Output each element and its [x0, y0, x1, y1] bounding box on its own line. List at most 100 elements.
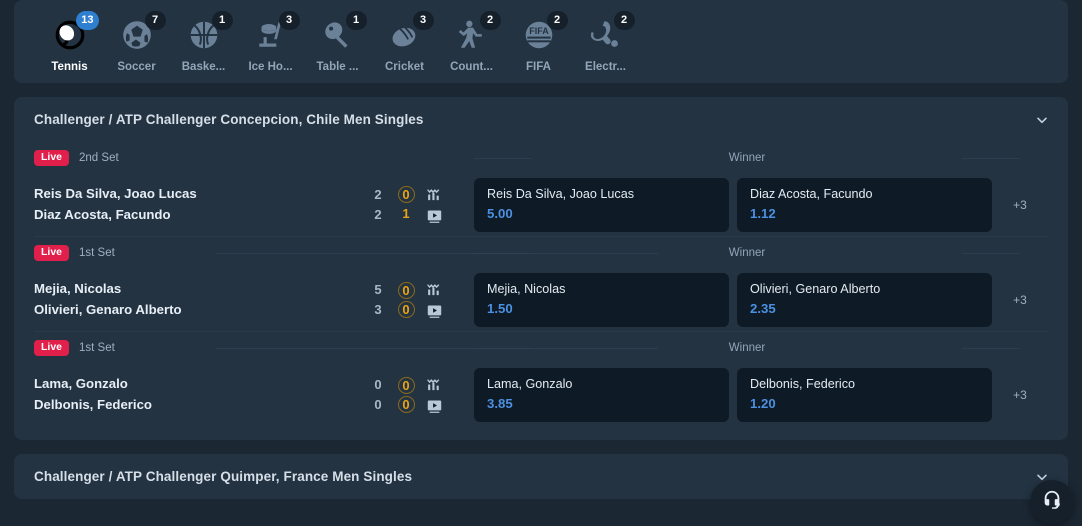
sport-tab-label: Cricket [385, 60, 424, 73]
headset-support-icon [1041, 489, 1063, 516]
odds-button[interactable]: Olivieri, Genaro Alberto 2.35 [737, 273, 992, 327]
odds-selection-name: Lama, Gonzalo [487, 377, 573, 391]
set-score-column: 22 [364, 186, 392, 223]
competitor-name: Diaz Acosta, Facundo [34, 207, 171, 222]
live-video-icon[interactable] [426, 303, 443, 320]
match-row: Live 1st Set Winner Lama, Gonzalo Delbonis, … [34, 332, 1048, 426]
sport-tab-label: Ice Ho... [248, 60, 293, 73]
sport-tab-electr[interactable]: 2 Electr... [572, 9, 639, 75]
league-card: Challenger / ATP Challenger Concepcion, … [14, 97, 1068, 440]
sport-count-badge: 7 [144, 10, 166, 30]
odds-selection-name: Delbonis, Federico [750, 377, 855, 391]
sport-tab-table[interactable]: 1 Table ... [304, 9, 371, 75]
odds-value: 1.50 [487, 301, 513, 317]
market-title: Winner [728, 152, 766, 164]
sport-count-badge: 2 [613, 10, 635, 30]
match-status-bar: Live 1st Set Winner [34, 332, 1048, 364]
match-media-icons [426, 376, 443, 415]
leagues-container: Challenger / ATP Challenger Concepcion, … [14, 97, 1068, 499]
league-header[interactable]: Challenger / ATP Challenger Quimper, Fra… [14, 454, 1068, 499]
scoreboard: 5300 [364, 281, 474, 320]
sport-tab-label: Table ... [316, 60, 359, 73]
match-media-icons [426, 186, 443, 225]
competitor-names[interactable]: Reis Da Silva, Joao Lucas Diaz Acosta, Fa… [34, 187, 364, 222]
game-score: 0 [397, 282, 415, 299]
sport-tab-label: Baske... [181, 60, 226, 73]
match-status-bar: Live 2nd Set Winner [34, 142, 1048, 174]
league-header[interactable]: Challenger / ATP Challenger Concepcion, … [14, 97, 1068, 142]
league-title: Challenger / ATP Challenger Concepcion, … [34, 112, 424, 127]
live-badge: Live [34, 340, 70, 356]
odds-button[interactable]: Lama, Gonzalo 3.85 [474, 368, 729, 422]
odds-group: Reis Da Silva, Joao Lucas 5.00 Diaz Acosta… [474, 178, 992, 232]
live-badge: Live [34, 150, 70, 166]
more-markets-link[interactable]: +3 [992, 388, 1048, 402]
competitor-name: Olivieri, Genaro Alberto [34, 302, 182, 317]
more-markets-link[interactable]: +3 [992, 293, 1048, 307]
sport-tab-cricket[interactable]: 3 Cricket [371, 9, 438, 75]
match-content: Lama, Gonzalo Delbonis, Federico 0 0 0 0 Lama,… [34, 364, 1048, 426]
league-matches: Live 2nd Set Winner Reis Da Silva, Joao Luc… [14, 142, 1068, 440]
match-content: Mejia, Nicolas Olivieri, Genaro Alberto 5 3… [34, 269, 1048, 331]
odds-value: 3.85 [487, 396, 513, 412]
market-line-right [962, 348, 1020, 349]
competitor-names[interactable]: Lama, Gonzalo Delbonis, Federico [34, 377, 364, 412]
sport-tab-baske[interactable]: 1 Baske... [170, 9, 237, 75]
match-row: Live 1st Set Winner Mejia, Nicolas Olivieri,… [34, 237, 1048, 331]
odds-button[interactable]: Reis Da Silva, Joao Lucas 5.00 [474, 178, 729, 232]
odds-button[interactable]: Diaz Acosta, Facundo 1.12 [737, 178, 992, 232]
odds-selection-name: Diaz Acosta, Facundo [750, 187, 873, 201]
market-line-right [962, 253, 1020, 254]
odds-button[interactable]: Delbonis, Federico 1.20 [737, 368, 992, 422]
sport-tab-fifa[interactable]: FIFA 2 FIFA [505, 9, 572, 75]
set-score: 3 [374, 302, 382, 317]
market-line-left [474, 158, 532, 159]
match-content: Reis Da Silva, Joao Lucas Diaz Acosta, Fa… [34, 174, 1048, 236]
match-period: 2nd Set [79, 152, 119, 164]
set-score-column: 00 [364, 377, 392, 413]
sport-count-badge: 3 [412, 10, 434, 30]
live-badge: Live [34, 245, 70, 261]
set-score: 0 [374, 397, 382, 412]
game-score: 0 [397, 377, 415, 394]
live-betting-page: 13 Tennis 7 Soccer 1 Baske... 3 Ice Ho... 1 Table… [0, 0, 1082, 526]
odds-value: 1.12 [750, 206, 776, 222]
game-score-column: 01 [392, 186, 420, 222]
odds-button[interactable]: Mejia, Nicolas 1.50 [474, 273, 729, 327]
more-markets-link[interactable]: +3 [992, 198, 1048, 212]
chevron-down-icon[interactable] [1034, 112, 1050, 128]
set-score-column: 53 [364, 282, 392, 318]
statistics-icon[interactable] [426, 281, 443, 298]
game-score: 0 [397, 186, 415, 204]
competitor-names[interactable]: Mejia, Nicolas Olivieri, Genaro Alberto [34, 282, 364, 317]
game-score: 1 [402, 206, 410, 222]
odds-selection-name: Mejia, Nicolas [487, 282, 566, 296]
sport-count-badge: 3 [278, 10, 300, 30]
support-button[interactable] [1030, 480, 1074, 524]
league-title: Challenger / ATP Challenger Quimper, Fra… [34, 469, 413, 484]
competitor-name: Lama, Gonzalo [34, 376, 128, 392]
live-video-icon[interactable] [426, 398, 443, 415]
set-score: 2 [374, 186, 382, 202]
statistics-icon[interactable] [426, 186, 443, 203]
game-score-column: 00 [392, 377, 420, 413]
sport-count-badge: 1 [345, 10, 367, 30]
sport-count-badge: 13 [76, 10, 99, 30]
game-score-column: 00 [392, 282, 420, 318]
odds-value: 1.20 [750, 396, 776, 412]
svg-text:FIFA: FIFA [529, 25, 549, 35]
sport-tab-soccer[interactable]: 7 Soccer [103, 9, 170, 75]
match-status-bar: Live 1st Set Winner [34, 237, 1048, 269]
match-row: Live 2nd Set Winner Reis Da Silva, Joao Luc… [34, 142, 1048, 236]
market-title-zone: Winner [474, 332, 1020, 364]
odds-value: 5.00 [487, 206, 513, 222]
competitor-name: Mejia, Nicolas [34, 281, 122, 297]
statistics-icon[interactable] [426, 376, 443, 393]
sport-tab-tennis[interactable]: 13 Tennis [36, 9, 103, 75]
market-title-zone: Winner [474, 237, 1020, 269]
sport-tab-iceho[interactable]: 3 Ice Ho... [237, 9, 304, 75]
live-video-icon[interactable] [426, 208, 443, 225]
odds-group: Lama, Gonzalo 3.85 Delbonis, Federico 1.20 [474, 368, 992, 422]
sport-tab-count[interactable]: 2 Count... [438, 9, 505, 75]
sport-tab-label: Electr... [585, 60, 626, 73]
